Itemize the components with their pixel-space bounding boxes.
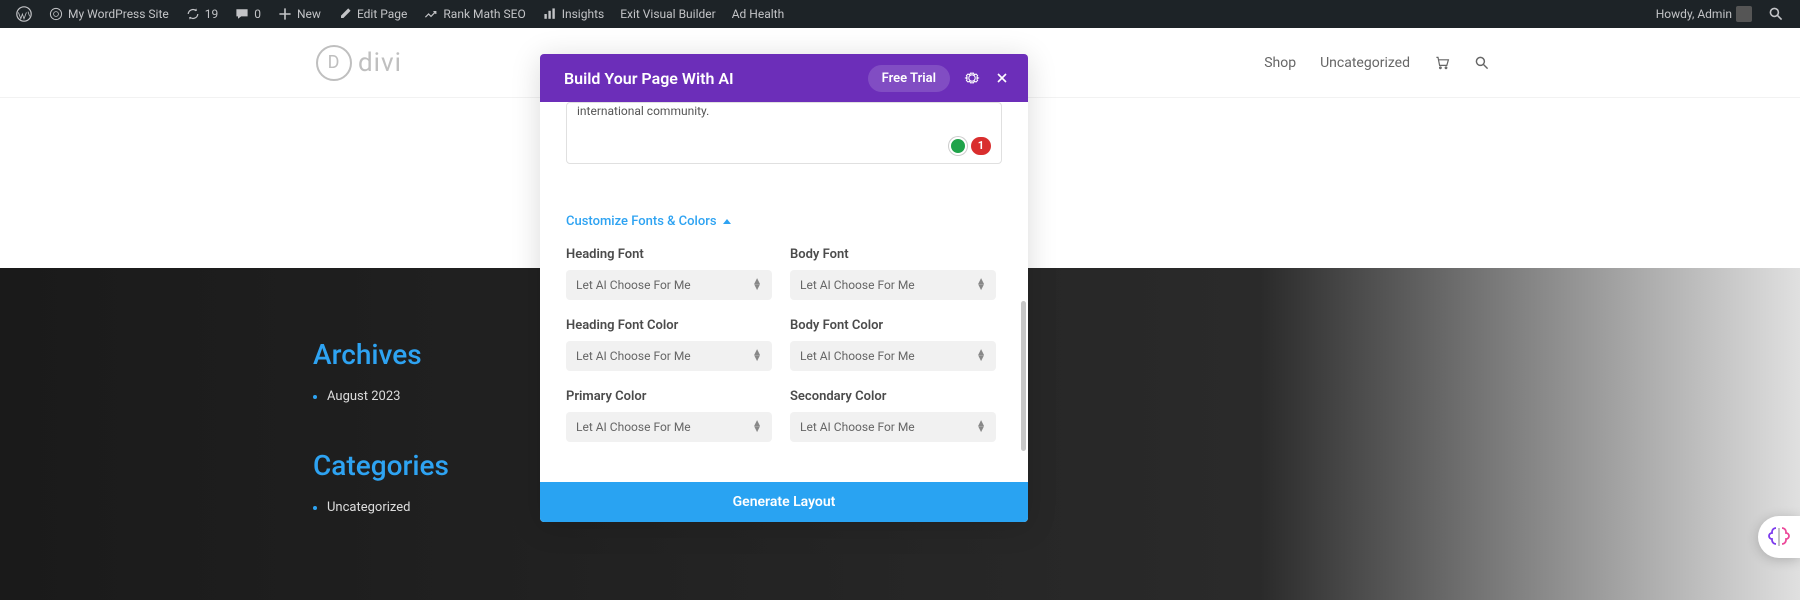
exit-vb-item[interactable]: Exit Visual Builder (612, 0, 724, 28)
modal-header-actions: Free Trial (868, 65, 1010, 92)
insights-item[interactable]: Insights (534, 0, 612, 28)
heading-font-label: Heading Font (566, 247, 772, 262)
primary-color-select[interactable]: Let AI Choose For Me ▲▼ (566, 412, 772, 442)
avatar (1736, 6, 1752, 22)
customize-label: Customize Fonts & Colors (566, 214, 717, 229)
new-label: New (297, 7, 321, 21)
modal-scrollbar[interactable] (1021, 301, 1026, 451)
select-value: Let AI Choose For Me (800, 278, 915, 292)
customize-fonts-toggle[interactable]: Customize Fonts & Colors (566, 214, 1002, 229)
archives-item-label: August 2023 (327, 389, 400, 404)
prompt-textarea[interactable]: international community. 1 (566, 102, 1002, 164)
nav-shop[interactable]: Shop (1264, 55, 1296, 71)
exit-vb-label: Exit Visual Builder (620, 7, 716, 21)
body-font-color-field: Body Font Color Let AI Choose For Me ▲▼ (790, 318, 996, 371)
select-value: Let AI Choose For Me (800, 349, 915, 363)
logo-circle: D (316, 45, 352, 81)
heading-font-color-field: Heading Font Color Let AI Choose For Me … (566, 318, 772, 371)
body-font-field: Body Font Let AI Choose For Me ▲▼ (790, 247, 996, 300)
select-value: Let AI Choose For Me (576, 278, 691, 292)
select-value: Let AI Choose For Me (800, 420, 915, 434)
rank-math-label: Rank Math SEO (443, 7, 525, 21)
modal-header: Build Your Page With AI Free Trial (540, 54, 1028, 102)
select-arrows-icon: ▲▼ (752, 350, 762, 362)
modal-title: Build Your Page With AI (564, 69, 734, 88)
comments-item[interactable]: 0 (226, 0, 269, 28)
prompt-text: international community. (577, 104, 709, 118)
heading-font-select[interactable]: Let AI Choose For Me ▲▼ (566, 270, 772, 300)
font-color-grid: Heading Font Let AI Choose For Me ▲▼ Bod… (566, 247, 1002, 442)
categories-heading: Categories (313, 449, 1800, 482)
logo-text: divi (358, 48, 402, 78)
prompt-badges: 1 (949, 137, 991, 155)
modal-body: international community. 1 Customize Fon… (540, 102, 1028, 442)
categories-item-label: Uncategorized (327, 500, 410, 515)
issue-count-badge[interactable]: 1 (971, 137, 991, 154)
admin-search-icon[interactable] (1760, 0, 1792, 28)
select-value: Let AI Choose For Me (576, 349, 691, 363)
heading-font-field: Heading Font Let AI Choose For Me ▲▼ (566, 247, 772, 300)
archives-heading: Archives (313, 338, 1800, 371)
cart-icon[interactable] (1434, 55, 1450, 71)
secondary-color-label: Secondary Color (790, 389, 996, 404)
header-nav: Shop Uncategorized (1264, 55, 1490, 71)
categories-item[interactable]: Uncategorized (313, 500, 1800, 515)
body-font-color-select[interactable]: Let AI Choose For Me ▲▼ (790, 341, 996, 371)
bullet-icon (313, 395, 317, 399)
archives-item[interactable]: August 2023 (313, 389, 1800, 404)
new-item[interactable]: New (269, 0, 329, 28)
select-value: Let AI Choose For Me (576, 420, 691, 434)
primary-color-label: Primary Color (566, 389, 772, 404)
close-icon[interactable] (994, 70, 1010, 86)
bullet-icon (313, 506, 317, 510)
body-font-select[interactable]: Let AI Choose For Me ▲▼ (790, 270, 996, 300)
site-name: My WordPress Site (68, 7, 169, 21)
secondary-color-field: Secondary Color Let AI Choose For Me ▲▼ (790, 389, 996, 442)
howdy-item[interactable]: Howdy, Admin (1648, 0, 1760, 28)
admin-bar-right: Howdy, Admin (1648, 0, 1792, 28)
wp-logo-icon[interactable] (8, 0, 40, 28)
body-font-label: Body Font (790, 247, 996, 262)
edit-page-item[interactable]: Edit Page (329, 0, 415, 28)
rank-math-item[interactable]: Rank Math SEO (415, 0, 533, 28)
ad-health-label: Ad Health (732, 7, 784, 21)
secondary-color-select[interactable]: Let AI Choose For Me ▲▼ (790, 412, 996, 442)
heading-font-color-label: Heading Font Color (566, 318, 772, 333)
edit-page-label: Edit Page (357, 7, 407, 21)
generate-layout-button[interactable]: Generate Layout (540, 482, 1028, 522)
comments-count: 0 (254, 7, 261, 21)
search-icon[interactable] (1474, 55, 1490, 71)
divi-logo[interactable]: D divi (316, 45, 402, 81)
nav-uncategorized[interactable]: Uncategorized (1320, 55, 1410, 71)
primary-color-field: Primary Color Let AI Choose For Me ▲▼ (566, 389, 772, 442)
grammar-ok-icon[interactable] (949, 137, 967, 155)
select-arrows-icon: ▲▼ (752, 421, 762, 433)
ad-health-item[interactable]: Ad Health (724, 0, 792, 28)
select-arrows-icon: ▲▼ (752, 279, 762, 291)
select-arrows-icon: ▲▼ (976, 421, 986, 433)
insights-label: Insights (562, 7, 604, 21)
ai-builder-modal: Build Your Page With AI Free Trial inter… (540, 54, 1028, 522)
admin-bar-left: My WordPress Site 19 0 New Edit Page Ran… (8, 0, 792, 28)
heading-font-color-select[interactable]: Let AI Choose For Me ▲▼ (566, 341, 772, 371)
free-trial-button[interactable]: Free Trial (868, 65, 950, 92)
site-name-link[interactable]: My WordPress Site (40, 0, 177, 28)
select-arrows-icon: ▲▼ (976, 279, 986, 291)
sync-count: 19 (205, 7, 219, 21)
sync-item[interactable]: 19 (177, 0, 227, 28)
gear-icon[interactable] (964, 70, 980, 86)
select-arrows-icon: ▲▼ (976, 350, 986, 362)
wp-admin-bar: My WordPress Site 19 0 New Edit Page Ran… (0, 0, 1800, 28)
howdy-label: Howdy, Admin (1656, 7, 1732, 21)
ai-assistant-fab[interactable] (1758, 516, 1800, 558)
chevron-up-icon (723, 219, 731, 224)
body-font-color-label: Body Font Color (790, 318, 996, 333)
brain-icon (1767, 525, 1791, 549)
